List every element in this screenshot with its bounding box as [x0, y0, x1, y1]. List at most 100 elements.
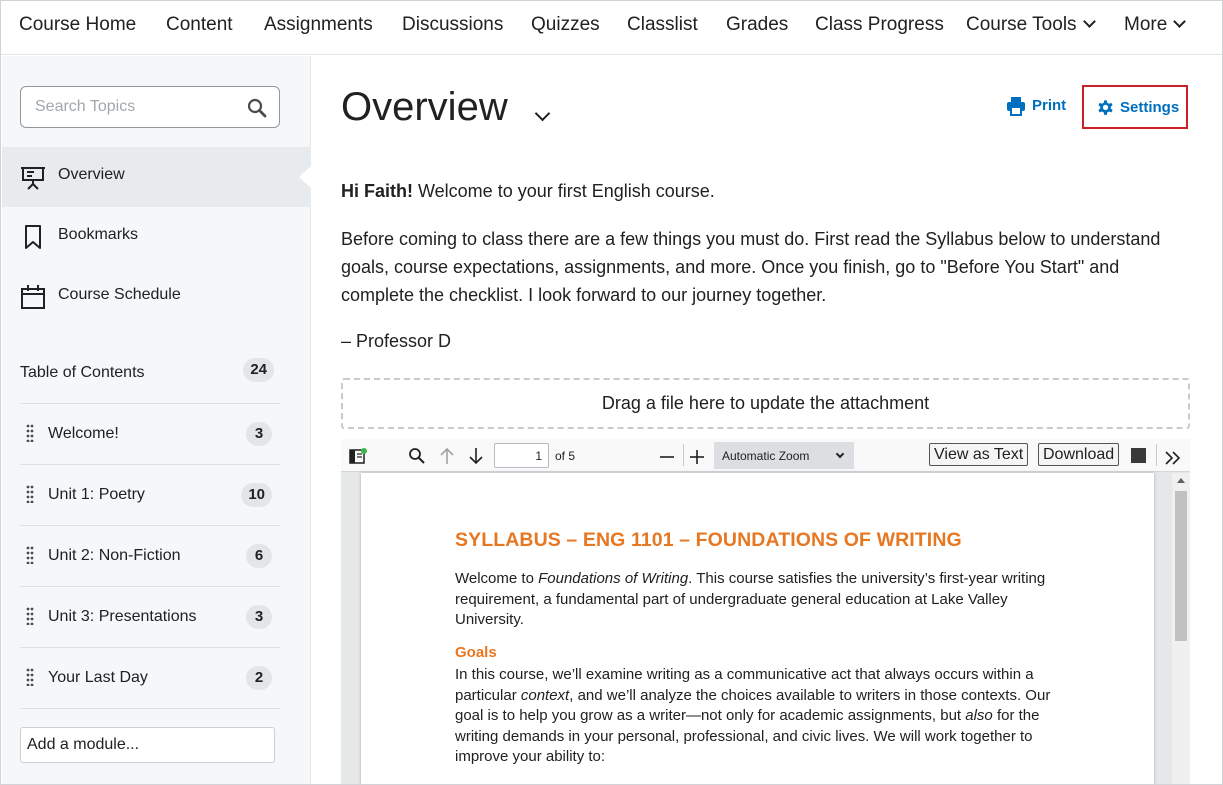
intro-paragraph: Before coming to class there are a few t…	[341, 229, 1161, 305]
printer-icon	[1007, 97, 1025, 116]
module-label: Unit 1: Poetry	[48, 486, 145, 503]
module-item[interactable]: Unit 3: Presentations 3	[20, 587, 280, 648]
table-of-contents[interactable]: Table of Contents 24	[20, 354, 280, 404]
count-badge: 3	[246, 605, 272, 629]
page-title: Overview	[341, 85, 508, 129]
zoom-out-icon[interactable]	[659, 446, 675, 468]
module-label: Welcome!	[48, 425, 119, 442]
nav-grades[interactable]: Grades	[726, 1, 788, 49]
chevron-down-icon	[1082, 15, 1096, 28]
toc-label: Table of Contents	[20, 364, 145, 381]
sidebar-item-overview[interactable]: Overview	[2, 147, 312, 207]
nav-class-progress[interactable]: Class Progress	[815, 1, 944, 49]
goals-heading: Goals	[455, 644, 497, 661]
nav-discussions[interactable]: Discussions	[402, 1, 503, 49]
nav-content[interactable]: Content	[166, 1, 233, 49]
print-label: Print	[1032, 97, 1067, 114]
signature-text: – Professor D	[341, 331, 452, 351]
presentation-mode-icon[interactable]	[1131, 448, 1146, 463]
intro-text: Welcome to	[455, 570, 539, 587]
nav-label: Content	[166, 14, 233, 35]
bookmark-icon	[25, 225, 41, 249]
drag-handle-icon[interactable]	[26, 424, 34, 442]
tools-chevron-icon[interactable]	[1164, 447, 1182, 469]
chevron-down-icon	[1173, 15, 1187, 28]
file-dropzone[interactable]: Drag a file here to update the attachmen…	[341, 378, 1190, 429]
nav-label: Course Home	[19, 14, 137, 35]
syllabus-title: SYLLABUS – ENG 1101 – FOUNDATIONS OF WRI…	[455, 529, 962, 551]
module-label: Unit 3: Presentations	[48, 608, 197, 625]
search-topics-box	[20, 86, 280, 128]
chevron-down-icon[interactable]	[534, 105, 551, 122]
count-badge: 2	[246, 666, 272, 690]
sidebar-toggle-icon[interactable]	[349, 446, 367, 468]
download-button[interactable]: Download	[1038, 443, 1120, 466]
zoom-select[interactable]: Automatic Zoom	[714, 442, 854, 469]
find-icon[interactable]	[408, 445, 426, 467]
goals-paragraph: In this course, we’ll examine writing as…	[455, 665, 1075, 768]
page-number-input[interactable]: 1	[494, 443, 549, 468]
module-label: Unit 2: Non-Fiction	[48, 547, 181, 564]
nav-label: Classlist	[627, 14, 698, 35]
nav-label: Class Progress	[815, 14, 944, 35]
intro-course-name: Foundations of Writing	[538, 570, 689, 587]
course-navbar: Course Home Content Assignments Discussi…	[1, 1, 1222, 55]
nav-course-home[interactable]: Course Home	[19, 1, 136, 49]
module-item[interactable]: Your Last Day 2	[20, 648, 280, 709]
chevron-down-icon	[835, 449, 845, 459]
search-icon[interactable]	[247, 98, 267, 118]
nav-quizzes[interactable]: Quizzes	[531, 1, 600, 49]
search-topics-input[interactable]	[35, 96, 235, 118]
count-badge: 24	[243, 358, 274, 382]
pdf-scrollbar[interactable]	[1172, 473, 1190, 784]
sidebar-item-label: Overview	[58, 166, 125, 183]
nav-label: Assignments	[264, 14, 373, 35]
module-item[interactable]: Unit 1: Poetry 10	[20, 465, 280, 526]
module-label: Your Last Day	[48, 669, 148, 686]
page-count: of 5	[555, 449, 576, 463]
settings-button[interactable]: Settings	[1082, 85, 1188, 129]
zoom-value: Automatic Zoom	[722, 449, 810, 463]
nav-classlist[interactable]: Classlist	[627, 1, 698, 49]
presentation-icon	[21, 167, 45, 190]
nav-course-tools[interactable]: Course Tools	[966, 1, 1096, 49]
sidebar-item-course-schedule[interactable]: Course Schedule	[2, 267, 311, 327]
add-module-input[interactable]: Add a module...	[20, 727, 275, 763]
greeting-text: Hi Faith! Welcome to your first English …	[341, 177, 1191, 205]
goals-emphasis: also	[965, 707, 993, 724]
nav-label: More	[1124, 14, 1168, 35]
gear-icon	[1098, 100, 1113, 115]
nav-label: Quizzes	[531, 14, 600, 35]
drag-handle-icon[interactable]	[26, 485, 34, 503]
pdf-toolbar: 1 of 5 Automatic Zoom View as Text Downl…	[341, 439, 1190, 472]
count-badge: 6	[246, 544, 272, 568]
drag-handle-icon[interactable]	[26, 546, 34, 564]
drag-handle-icon[interactable]	[26, 668, 34, 686]
scroll-up-arrow[interactable]	[1177, 478, 1185, 483]
count-badge: 10	[241, 483, 272, 507]
pdf-viewer: 1 of 5 Automatic Zoom View as Text Downl…	[341, 439, 1190, 784]
nav-label: Discussions	[402, 14, 504, 35]
toolbar-divider	[1156, 444, 1157, 466]
pdf-page: SYLLABUS – ENG 1101 – FOUNDATIONS OF WRI…	[361, 473, 1154, 784]
greeting-message: Welcome to your first English course.	[413, 181, 715, 201]
sidebar-item-bookmarks[interactable]: Bookmarks	[2, 207, 311, 267]
nav-more[interactable]: More	[1124, 1, 1187, 49]
content-sidebar: Overview Bookmarks Course Schedule Table…	[2, 56, 312, 784]
module-item[interactable]: Unit 2: Non-Fiction 6	[20, 526, 280, 587]
nav-assignments[interactable]: Assignments	[264, 1, 373, 49]
greeting-name: Hi Faith!	[341, 181, 413, 201]
module-item[interactable]: Welcome! 3	[20, 404, 280, 465]
scrollbar-thumb[interactable]	[1175, 491, 1187, 641]
syllabus-intro: Welcome to Foundations of Writing. This …	[455, 569, 1075, 631]
settings-label: Settings	[1120, 99, 1180, 116]
sidebar-item-label: Course Schedule	[58, 286, 181, 303]
next-page-icon[interactable]	[468, 445, 484, 467]
toolbar-divider	[683, 444, 684, 466]
sidebar-item-label: Bookmarks	[58, 226, 139, 243]
nav-label: Course Tools	[966, 14, 1077, 35]
zoom-in-icon[interactable]	[689, 446, 705, 468]
previous-page-icon[interactable]	[439, 445, 455, 467]
view-as-text-button[interactable]: View as Text	[929, 443, 1029, 466]
drag-handle-icon[interactable]	[26, 607, 34, 625]
